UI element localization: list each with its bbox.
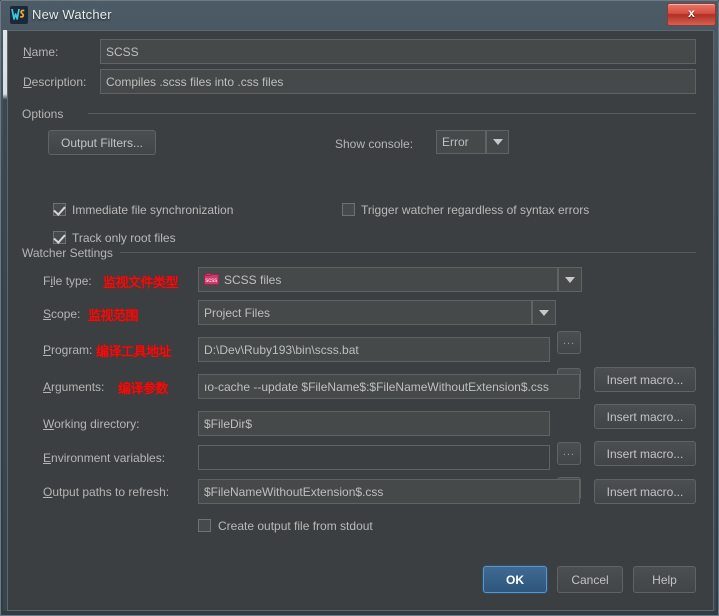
cancel-button-label: Cancel [571, 572, 609, 587]
arguments-label: Arguments: [43, 380, 105, 394]
close-button[interactable]: x [667, 3, 716, 26]
options-group-divider [88, 113, 696, 114]
help-button[interactable]: Help [633, 566, 696, 593]
output-paths-label: Output paths to refresh: [43, 485, 170, 499]
program-label: Program: [43, 343, 93, 357]
trigger-watcher-checkbox[interactable] [342, 203, 355, 216]
working-directory-value: $FileDir$ [204, 416, 253, 431]
arguments-value: ıo-cache --update $FileName$:$FileNameWi… [204, 379, 549, 394]
working-directory-browse-label: ... [562, 445, 576, 458]
program-input[interactable]: D:\Dev\Ruby193\bin\scss.bat [198, 337, 550, 362]
output-paths-value: $FileNameWithoutExtension$.css [204, 484, 384, 499]
environment-variables-label-text: nvironment variables: [51, 451, 166, 465]
scope-label: Scope: [43, 307, 81, 321]
description-input[interactable]: Compiles .scss files into .css files [100, 69, 696, 94]
scope-browse-label: ... [562, 334, 576, 347]
arguments-insert-macro-button[interactable]: Insert macro... [594, 404, 696, 429]
arguments-input[interactable]: ıo-cache --update $FileName$:$FileNameWi… [198, 374, 580, 399]
show-console-value: Error [442, 135, 469, 149]
program-annotation: 编译工具地址 [96, 344, 172, 359]
scss-file-icon: scss [204, 273, 219, 286]
close-icon: x [688, 6, 695, 20]
working-directory-label-text: orking directory: [54, 417, 140, 431]
output-filters-label: Output Filters... [60, 135, 144, 150]
program-label-text: rogram: [51, 343, 93, 357]
file-type-annotation: 监视文件类型 [103, 275, 179, 290]
new-watcher-dialog: New Watcher x Name: SCSS Description: Co… [0, 0, 719, 616]
create-output-file-checkbox[interactable] [198, 519, 211, 532]
options-group-title: Options [22, 107, 69, 121]
output-paths-label-text: utput paths to refresh: [52, 485, 170, 499]
ok-button-label: OK [506, 572, 524, 587]
watcher-settings-group-title: Watcher Settings [22, 246, 118, 260]
cancel-button[interactable]: Cancel [557, 566, 623, 593]
immediate-file-sync-label: Immediate file synchronization [72, 203, 234, 217]
scope-chevron-down-icon[interactable] [532, 300, 556, 325]
create-output-file-label: Create output file from stdout [218, 519, 373, 533]
name-label: Name: [23, 45, 59, 59]
dialog-body: Name: SCSS Description: Compiles .scss f… [7, 30, 714, 611]
track-only-root-files-label: Track only root files [72, 231, 176, 245]
webstorm-logo-icon [10, 6, 28, 24]
working-directory-browse-button[interactable]: ... [557, 442, 581, 465]
output-paths-insert-macro-label: Insert macro... [606, 484, 684, 499]
help-button-label: Help [652, 572, 677, 587]
show-console-select[interactable]: Error [436, 130, 486, 154]
environment-variables-label: Environment variables: [43, 451, 166, 465]
scope-value: Project Files [204, 305, 271, 320]
track-only-root-files-checkbox[interactable] [53, 231, 66, 244]
description-input-value: Compiles .scss files into .css files [106, 74, 284, 89]
dialog-title: New Watcher [32, 7, 112, 22]
watcher-settings-group-divider [120, 252, 696, 253]
file-type-label: File type: [43, 274, 92, 288]
ok-button[interactable]: OK [483, 566, 547, 593]
trigger-watcher-label: Trigger watcher regardless of syntax err… [361, 203, 590, 217]
output-paths-insert-macro-button[interactable]: Insert macro... [594, 479, 696, 504]
file-type-value: SCSS files [224, 272, 282, 287]
name-input-value: SCSS [106, 44, 139, 59]
program-value: D:\Dev\Ruby193\bin\scss.bat [204, 342, 359, 357]
output-filters-button[interactable]: Output Filters... [48, 130, 156, 155]
show-console-chevron-down-icon[interactable] [486, 130, 509, 154]
working-directory-input[interactable]: $FileDir$ [198, 411, 550, 436]
program-insert-macro-button[interactable]: Insert macro... [594, 367, 696, 392]
scope-label-text: cope: [51, 307, 81, 321]
output-paths-input[interactable]: $FileNameWithoutExtension$.css [198, 479, 580, 504]
show-console-label: Show console: [335, 137, 414, 151]
arguments-label-text: rguments: [51, 380, 105, 394]
dialog-titlebar[interactable]: New Watcher x [1, 1, 719, 30]
program-insert-macro-label: Insert macro... [606, 372, 684, 387]
scope-browse-button[interactable]: ... [557, 331, 581, 354]
scope-annotation: 监视范围 [88, 308, 139, 323]
name-label-text: ame: [31, 45, 59, 59]
working-directory-insert-macro-label: Insert macro... [606, 446, 684, 461]
file-type-select[interactable]: scss SCSS files [198, 267, 558, 292]
svg-text:scss: scss [205, 278, 217, 284]
working-directory-insert-macro-button[interactable]: Insert macro... [594, 441, 696, 466]
description-label-text: escription: [31, 75, 87, 89]
working-directory-label: Working directory: [43, 417, 140, 431]
arguments-annotation: 编译参数 [118, 381, 169, 396]
name-input[interactable]: SCSS [100, 39, 696, 64]
description-label: Description: [23, 75, 87, 89]
arguments-insert-macro-label: Insert macro... [606, 409, 684, 424]
environment-variables-input[interactable] [198, 445, 550, 470]
file-type-chevron-down-icon[interactable] [558, 267, 582, 292]
file-type-label-text: le type: [53, 274, 92, 288]
scope-select[interactable]: Project Files [198, 300, 532, 325]
immediate-file-sync-checkbox[interactable] [53, 203, 66, 216]
